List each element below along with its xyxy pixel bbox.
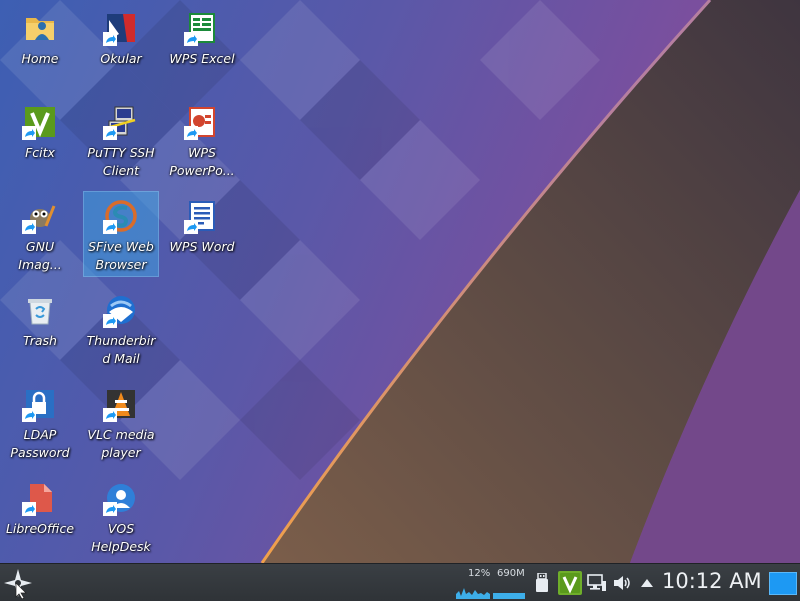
- desktop-icon-folder-home[interactable]: Home: [3, 4, 77, 88]
- desktop-icon-label: WPS Word: [169, 239, 235, 254]
- desktop-icon-wps-word[interactable]: WPS Word: [165, 192, 239, 276]
- desktop-icon-helpdesk[interactable]: VOS HelpDesk: [84, 474, 158, 558]
- desktop-icon-thunderbird[interactable]: Thunderbird Mail: [84, 286, 158, 370]
- cpu-graph: [456, 588, 490, 599]
- desktop-icon-label: VLC media player: [87, 427, 155, 460]
- sfive-browser-icon: [103, 198, 139, 234]
- vlc-icon: [103, 386, 139, 422]
- desktop-icon-label: WPS Excel: [169, 51, 235, 66]
- desktop-icon-wps-excel[interactable]: WPS Excel: [165, 4, 239, 88]
- desktop-icon-label: PuTTY SSH Client: [87, 145, 155, 178]
- desktop-icon-wps-powerpoint[interactable]: WPS PowerPo...: [165, 98, 239, 182]
- desktop-icon-label: SFive Web Browser: [88, 239, 154, 272]
- desktop-icon-sfive-browser[interactable]: SFive Web Browser: [83, 191, 159, 277]
- fcitx-icon[interactable]: [558, 571, 582, 595]
- trash-icon: [22, 292, 58, 328]
- memory-usage-label: 690M: [497, 568, 525, 579]
- desktop-icon-label: WPS PowerPo...: [169, 145, 235, 178]
- expand-arrow-icon[interactable]: [640, 575, 654, 589]
- desktop-icon-label: GNU Imag...: [18, 239, 62, 272]
- volume-icon[interactable]: [612, 573, 632, 593]
- desktop-icon-label: Okular: [100, 51, 142, 66]
- folder-home-icon: [22, 10, 58, 46]
- thunderbird-icon: [103, 292, 139, 328]
- cpu-usage-label: 12%: [468, 568, 491, 579]
- desktop-icon-fcitx[interactable]: Fcitx: [3, 98, 77, 182]
- show-desktop-button[interactable]: [769, 572, 797, 595]
- desktop-icon-okular[interactable]: Okular: [84, 4, 158, 88]
- desktop-icon-vlc[interactable]: VLC media player: [84, 380, 158, 464]
- digital-clock[interactable]: 10:12 AM: [662, 569, 762, 593]
- desktop-icon-label: Thunderbird Mail: [86, 333, 156, 366]
- desktop-icon-putty[interactable]: PuTTY SSH Client: [84, 98, 158, 182]
- wps-powerpoint-icon: [184, 104, 220, 140]
- wps-word-icon: [184, 198, 220, 234]
- network-icon[interactable]: [587, 573, 607, 593]
- desktop-icon-label: Fcitx: [25, 145, 55, 160]
- desktop-icon-ldap-password[interactable]: LDAP Password: [3, 380, 77, 464]
- application-launcher-button[interactable]: [2, 567, 34, 600]
- desktop-icon-label: Trash: [23, 333, 57, 348]
- desktop-icon-libreoffice[interactable]: LibreOffice: [3, 474, 77, 558]
- desktop-icon-trash[interactable]: Trash: [3, 286, 77, 370]
- kde-launcher-icon: [4, 569, 32, 600]
- gimp-icon: [22, 198, 58, 234]
- okular-icon: [103, 10, 139, 46]
- desktop-icon-label: LibreOffice: [5, 521, 75, 536]
- fcitx-icon: [22, 104, 58, 140]
- desktop-icon-label: LDAP Password: [10, 427, 70, 460]
- putty-icon: [103, 104, 139, 140]
- system-monitor-widget[interactable]: 12% 690M: [455, 568, 527, 599]
- wps-excel-icon: [184, 10, 220, 46]
- ldap-password-icon: [22, 386, 58, 422]
- helpdesk-icon: [103, 480, 139, 516]
- memory-graph: [493, 593, 525, 599]
- desktop-icon-gimp[interactable]: GNU Imag...: [3, 192, 77, 276]
- usb-icon[interactable]: [535, 572, 549, 593]
- taskbar-panel: 12% 690M 10:12 AM: [0, 563, 800, 601]
- desktop-icon-label: VOS HelpDesk: [91, 521, 151, 554]
- libreoffice-icon: [22, 480, 58, 516]
- desktop-icon-label: Home: [21, 51, 59, 66]
